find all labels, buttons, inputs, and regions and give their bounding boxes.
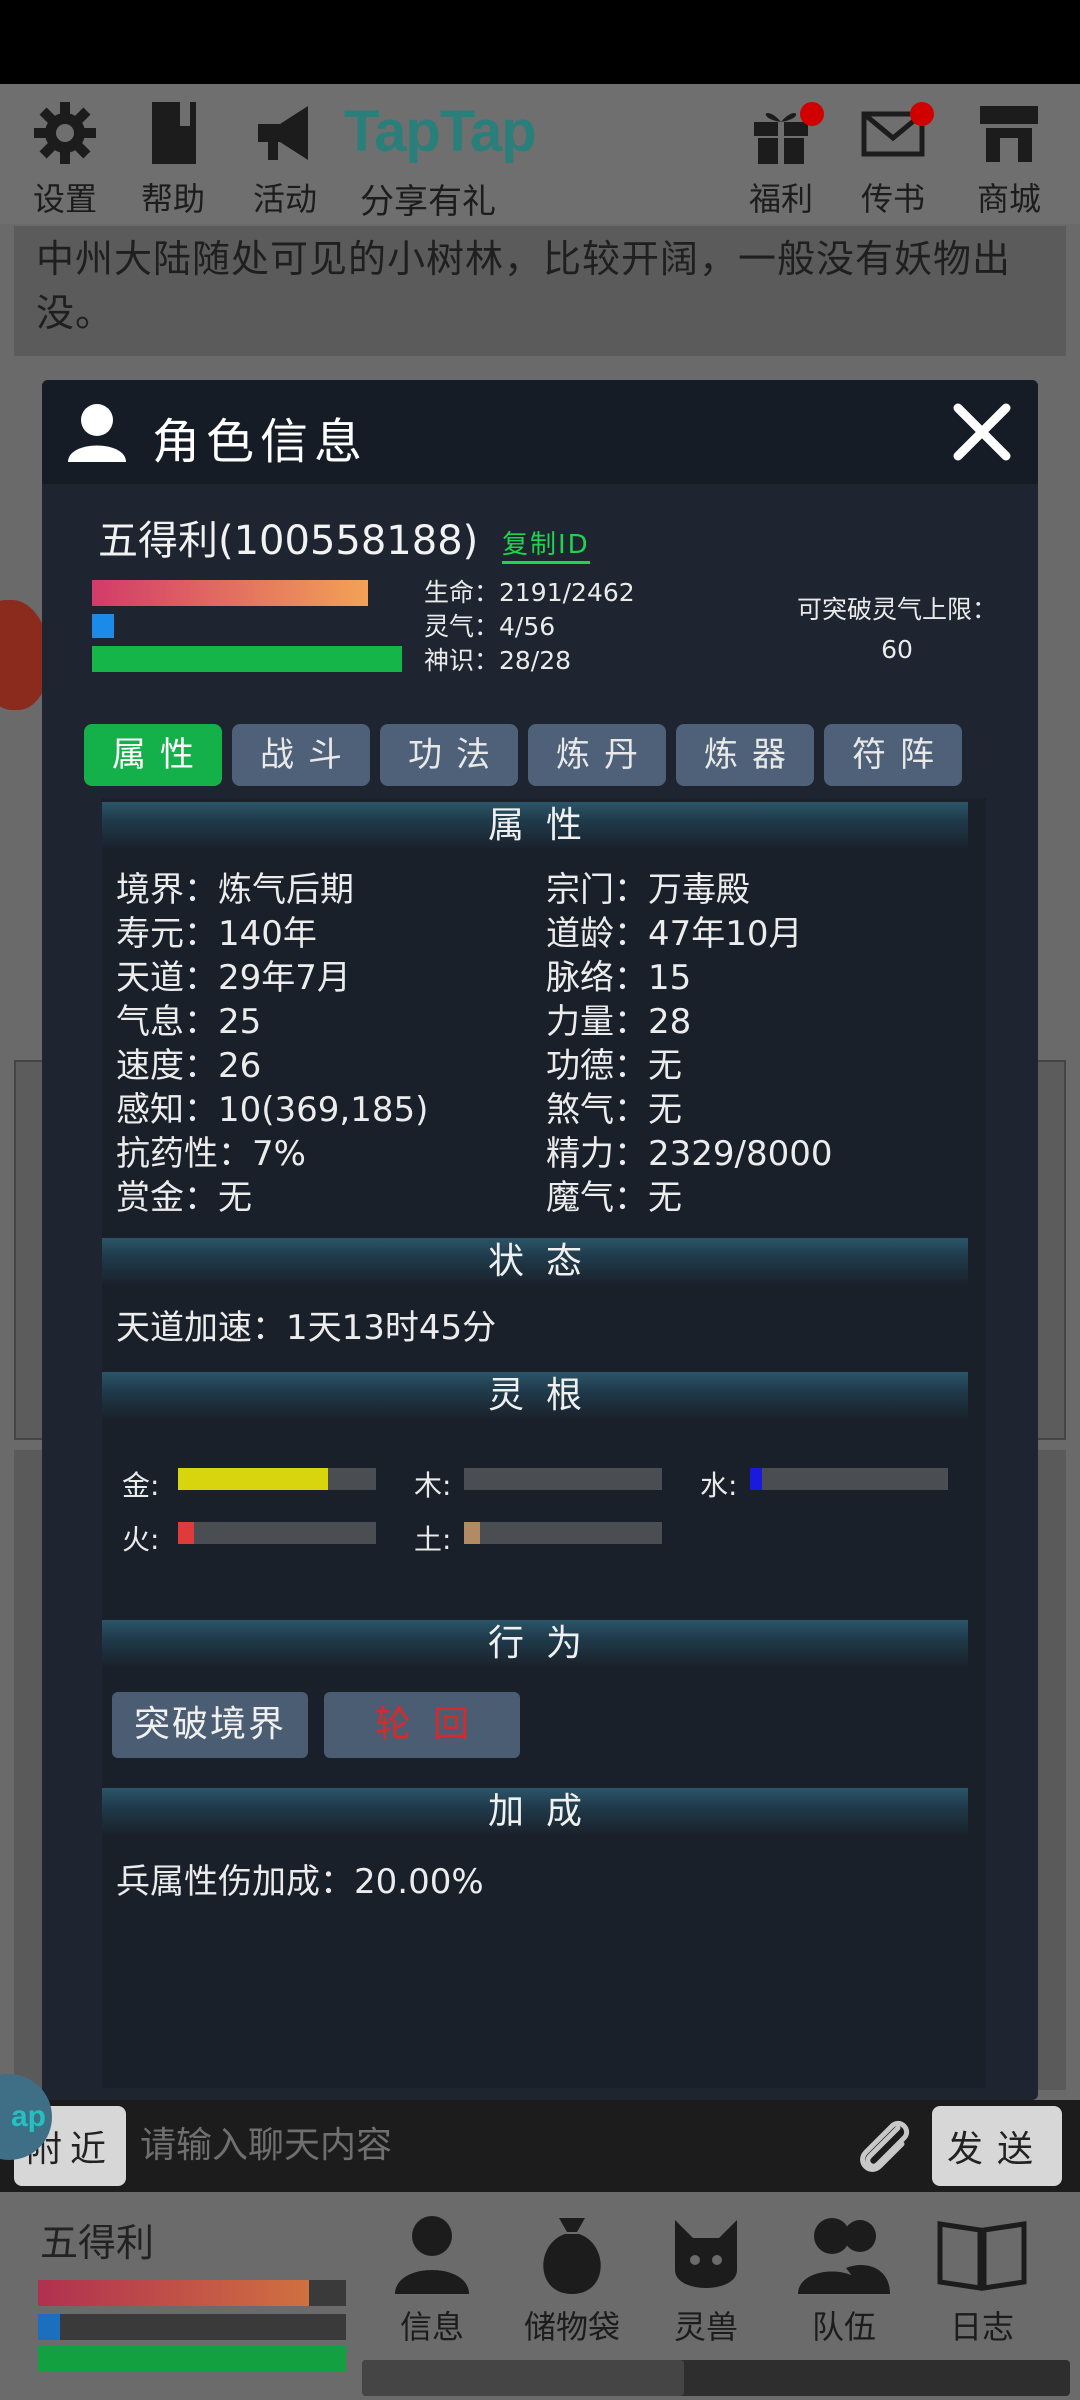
cat-icon	[675, 2220, 737, 2288]
tab-skills[interactable]: 功法	[380, 724, 518, 786]
user-icon	[68, 404, 126, 462]
root-metal-label: 金:	[122, 1469, 160, 1502]
tab-bar: 属性 战斗 功法 炼丹 炼器 符阵	[84, 724, 984, 786]
life-bar	[92, 580, 368, 606]
nav-log-label: 日志	[949, 2308, 1014, 2346]
megaphone-icon	[258, 106, 308, 160]
taptap-logo[interactable]: TapTap	[344, 98, 537, 165]
root-fire-bar	[178, 1522, 376, 1544]
share-label[interactable]: 分享有礼	[360, 174, 496, 223]
nav-info[interactable]: 信息	[372, 2210, 492, 2348]
modal-lower-content: 状态 天道加速：1天13时45分 灵根 金: 木: 水: 火: 土: 行为 突破境界 轮…	[102, 798, 986, 2088]
shop-icon	[980, 106, 1038, 162]
root-water-fill	[750, 1468, 762, 1490]
settings-label: 设置	[32, 180, 97, 218]
break-limit-value: 60	[881, 635, 913, 664]
nav-pets-label: 灵兽	[673, 2308, 738, 2346]
tab-attributes[interactable]: 属性	[84, 724, 222, 786]
settings-button[interactable]: 设置	[10, 98, 120, 220]
nav-log[interactable]: 日志	[922, 2210, 1042, 2348]
break-limit-label: 可突破灵气上限：	[796, 595, 997, 624]
bottom-scrollbar[interactable]	[362, 2360, 1070, 2396]
root-water-bar	[750, 1468, 948, 1490]
player-spirit-bar	[38, 2314, 346, 2340]
team-icon	[798, 2218, 890, 2294]
nav-storage[interactable]: 储物袋	[512, 2210, 632, 2348]
shop-button[interactable]: 商城	[954, 98, 1064, 220]
book-icon	[152, 102, 196, 164]
sense-bar	[92, 646, 402, 672]
welfare-label: 福利	[748, 180, 813, 218]
section-roots-header: 灵根	[102, 1372, 968, 1420]
root-metal-fill	[178, 1468, 329, 1490]
nav-team-label: 队伍	[811, 2308, 876, 2346]
shop-label: 商城	[976, 180, 1041, 218]
spirit-stat: 灵气：4/56	[424, 612, 556, 641]
player-name: 五得利	[40, 2221, 155, 2265]
nav-storage-label: 储物袋	[523, 2308, 620, 2346]
gear-icon	[34, 102, 96, 164]
help-button[interactable]: 帮助	[118, 98, 228, 220]
top-bar: 设置 帮助 活动 TapTap 分享有礼 福利 传书 商城	[0, 84, 1080, 224]
status-bar	[0, 0, 1080, 84]
activity-button[interactable]: 活动	[230, 98, 340, 220]
root-earth-label: 土:	[414, 1523, 452, 1556]
bag-icon	[543, 2218, 601, 2294]
paperclip-icon[interactable]	[850, 2112, 920, 2182]
welfare-notification-dot	[800, 102, 824, 126]
modal-title: 角色信息	[152, 414, 369, 470]
tab-forging[interactable]: 炼器	[676, 724, 814, 786]
tab-formations[interactable]: 符阵	[824, 724, 962, 786]
root-wood-label: 木:	[414, 1469, 452, 1502]
bonus-text: 兵属性伤加成：20.00%	[116, 1862, 484, 1902]
root-water-label: 水:	[700, 1469, 738, 1502]
root-earth-bar	[464, 1522, 662, 1544]
status-text: 天道加速：1天13时45分	[116, 1308, 497, 1348]
sense-stat: 神识：28/28	[424, 646, 572, 675]
root-fire-fill	[178, 1522, 194, 1544]
activity-label: 活动	[252, 180, 317, 218]
mail-label: 传书	[860, 180, 925, 218]
section-status-header: 状态	[102, 1238, 968, 1286]
nav-pets[interactable]: 灵兽	[646, 2210, 766, 2348]
spirit-bar	[92, 614, 114, 638]
location-description: 中州大陆随处可见的小树林，比较开阔，一般没有妖物出没。	[14, 226, 1066, 356]
nav-team[interactable]: 队伍	[784, 2210, 904, 2348]
chat-input[interactable]: 请输入聊天内容	[140, 2114, 820, 2178]
tab-combat[interactable]: 战斗	[232, 724, 370, 786]
root-fire-label: 火:	[122, 1523, 160, 1556]
life-stat: 生命：2191/2462	[424, 578, 635, 607]
root-metal-bar	[178, 1468, 376, 1490]
reincarnate-button[interactable]: 轮回	[324, 1692, 520, 1758]
person-icon	[395, 2216, 469, 2294]
modal-header: 角色信息	[42, 380, 1038, 484]
tab-alchemy[interactable]: 炼丹	[528, 724, 666, 786]
root-wood-bar	[464, 1468, 662, 1490]
character-name: 五得利(100558188)	[98, 518, 479, 564]
help-label: 帮助	[140, 180, 205, 218]
break-limit: 可突破灵气上限： 60	[782, 590, 1012, 670]
player-life-bar	[38, 2280, 346, 2306]
player-sense-bar	[38, 2346, 346, 2372]
section-bonus-header: 加成	[102, 1788, 968, 1836]
section-actions-header: 行为	[102, 1620, 968, 1668]
close-icon[interactable]	[950, 400, 1014, 464]
root-earth-fill	[464, 1522, 480, 1544]
vital-stats: 生命：2191/2462 灵气：4/56 神识：28/28	[424, 576, 635, 678]
open-book-icon	[937, 2221, 1027, 2291]
copy-id-link[interactable]: 复制ID	[502, 524, 590, 564]
mail-notification-dot	[910, 102, 934, 126]
breakthrough-button[interactable]: 突破境界	[112, 1692, 308, 1758]
scrollbar-thumb[interactable]	[362, 2360, 684, 2396]
send-button[interactable]: 发送	[932, 2106, 1062, 2186]
nav-info-label: 信息	[399, 2308, 464, 2346]
